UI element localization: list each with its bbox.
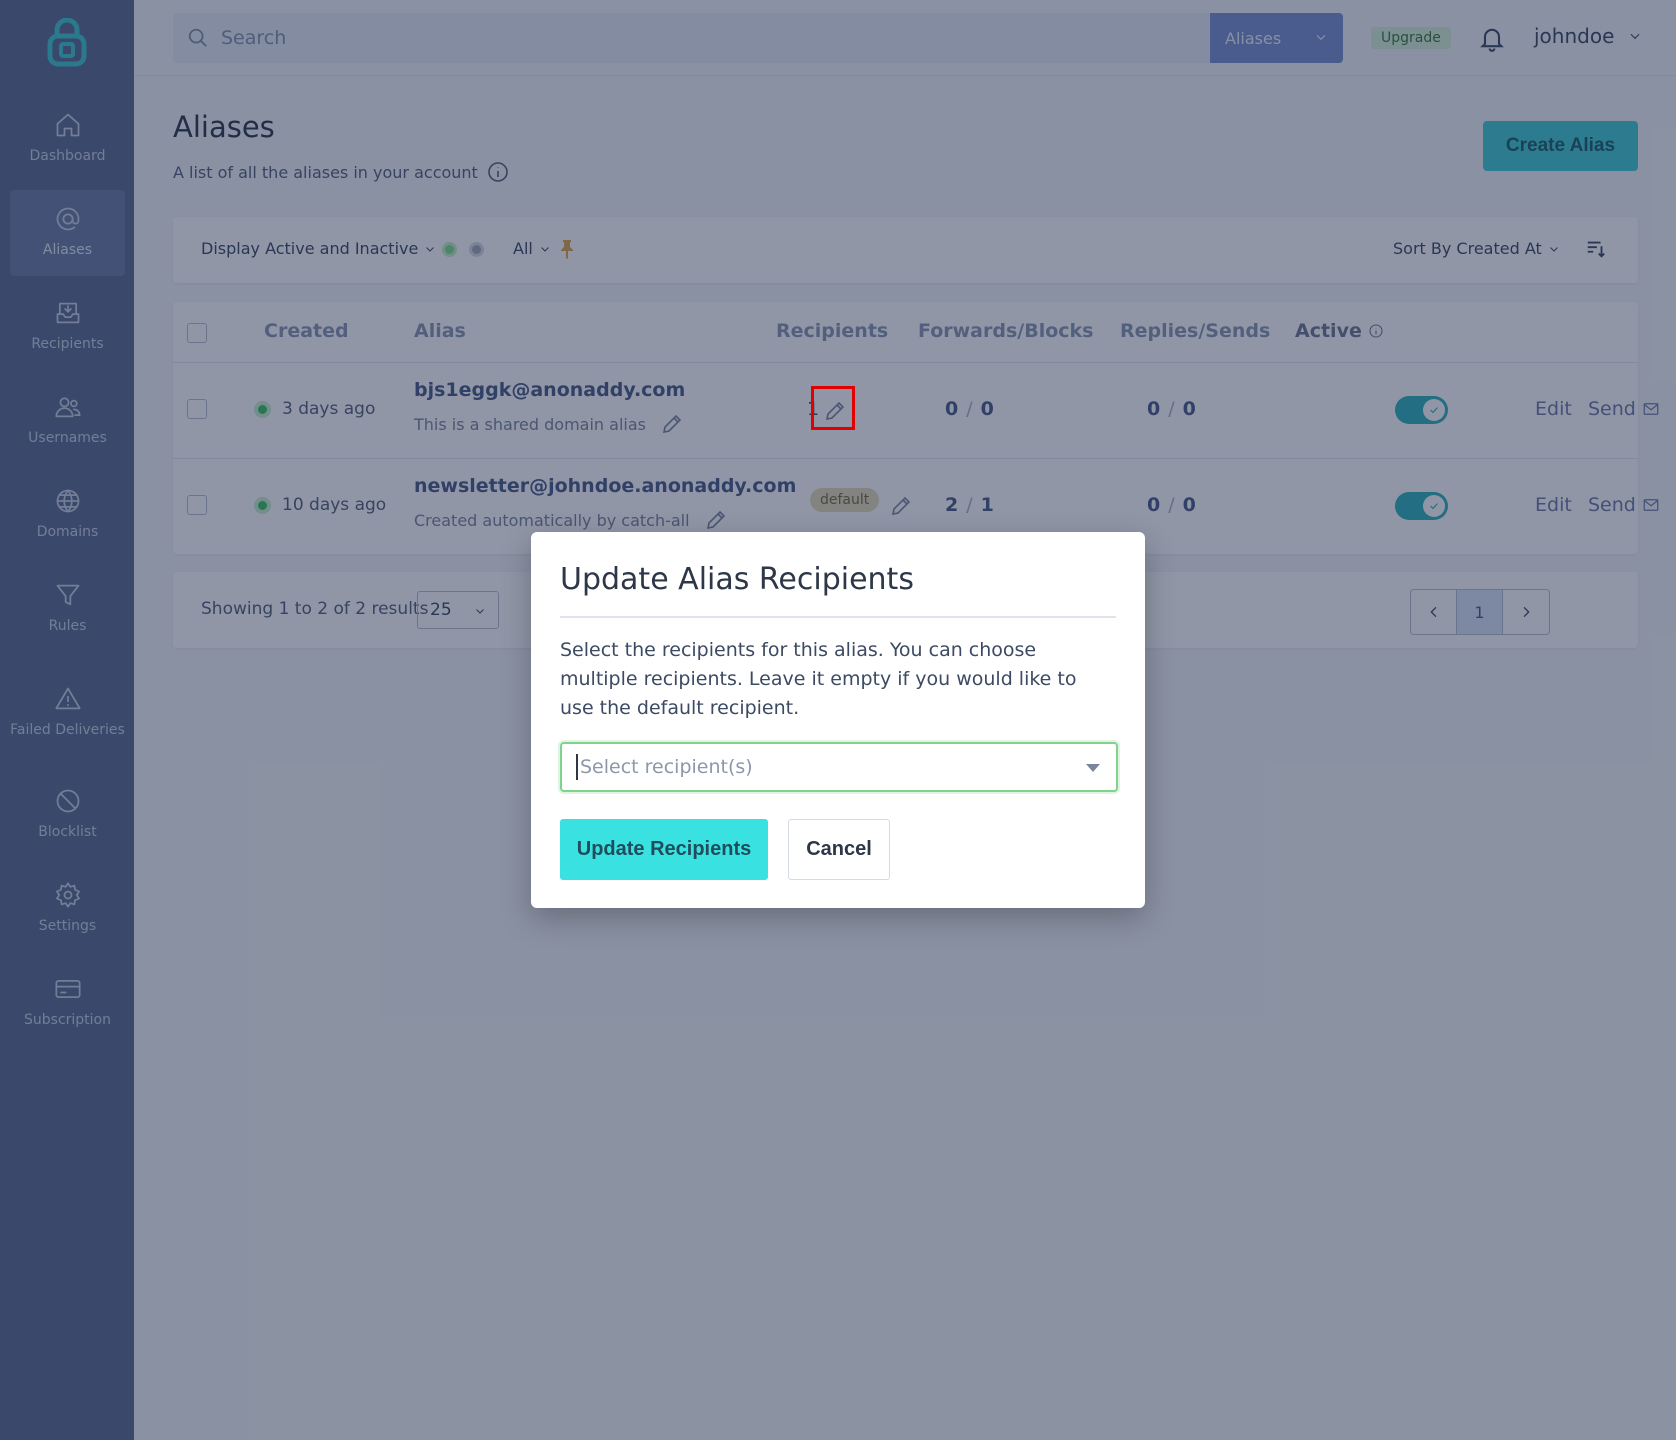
recipients-select-placeholder: Select recipient(s) <box>580 756 753 778</box>
modal-description: Select the recipients for this alias. Yo… <box>560 639 1077 719</box>
dropdown-arrow-icon <box>1086 764 1100 772</box>
update-recipients-button[interactable]: Update Recipients <box>560 819 768 880</box>
text-cursor <box>576 754 578 780</box>
modal-divider <box>560 616 1116 618</box>
cancel-button[interactable]: Cancel <box>788 819 890 880</box>
recipients-select[interactable]: Select recipient(s) <box>560 742 1118 792</box>
highlight-box <box>811 386 855 430</box>
modal-title: Update Alias Recipients <box>560 562 914 597</box>
update-recipients-modal: Update Alias Recipients Select the recip… <box>531 532 1145 908</box>
